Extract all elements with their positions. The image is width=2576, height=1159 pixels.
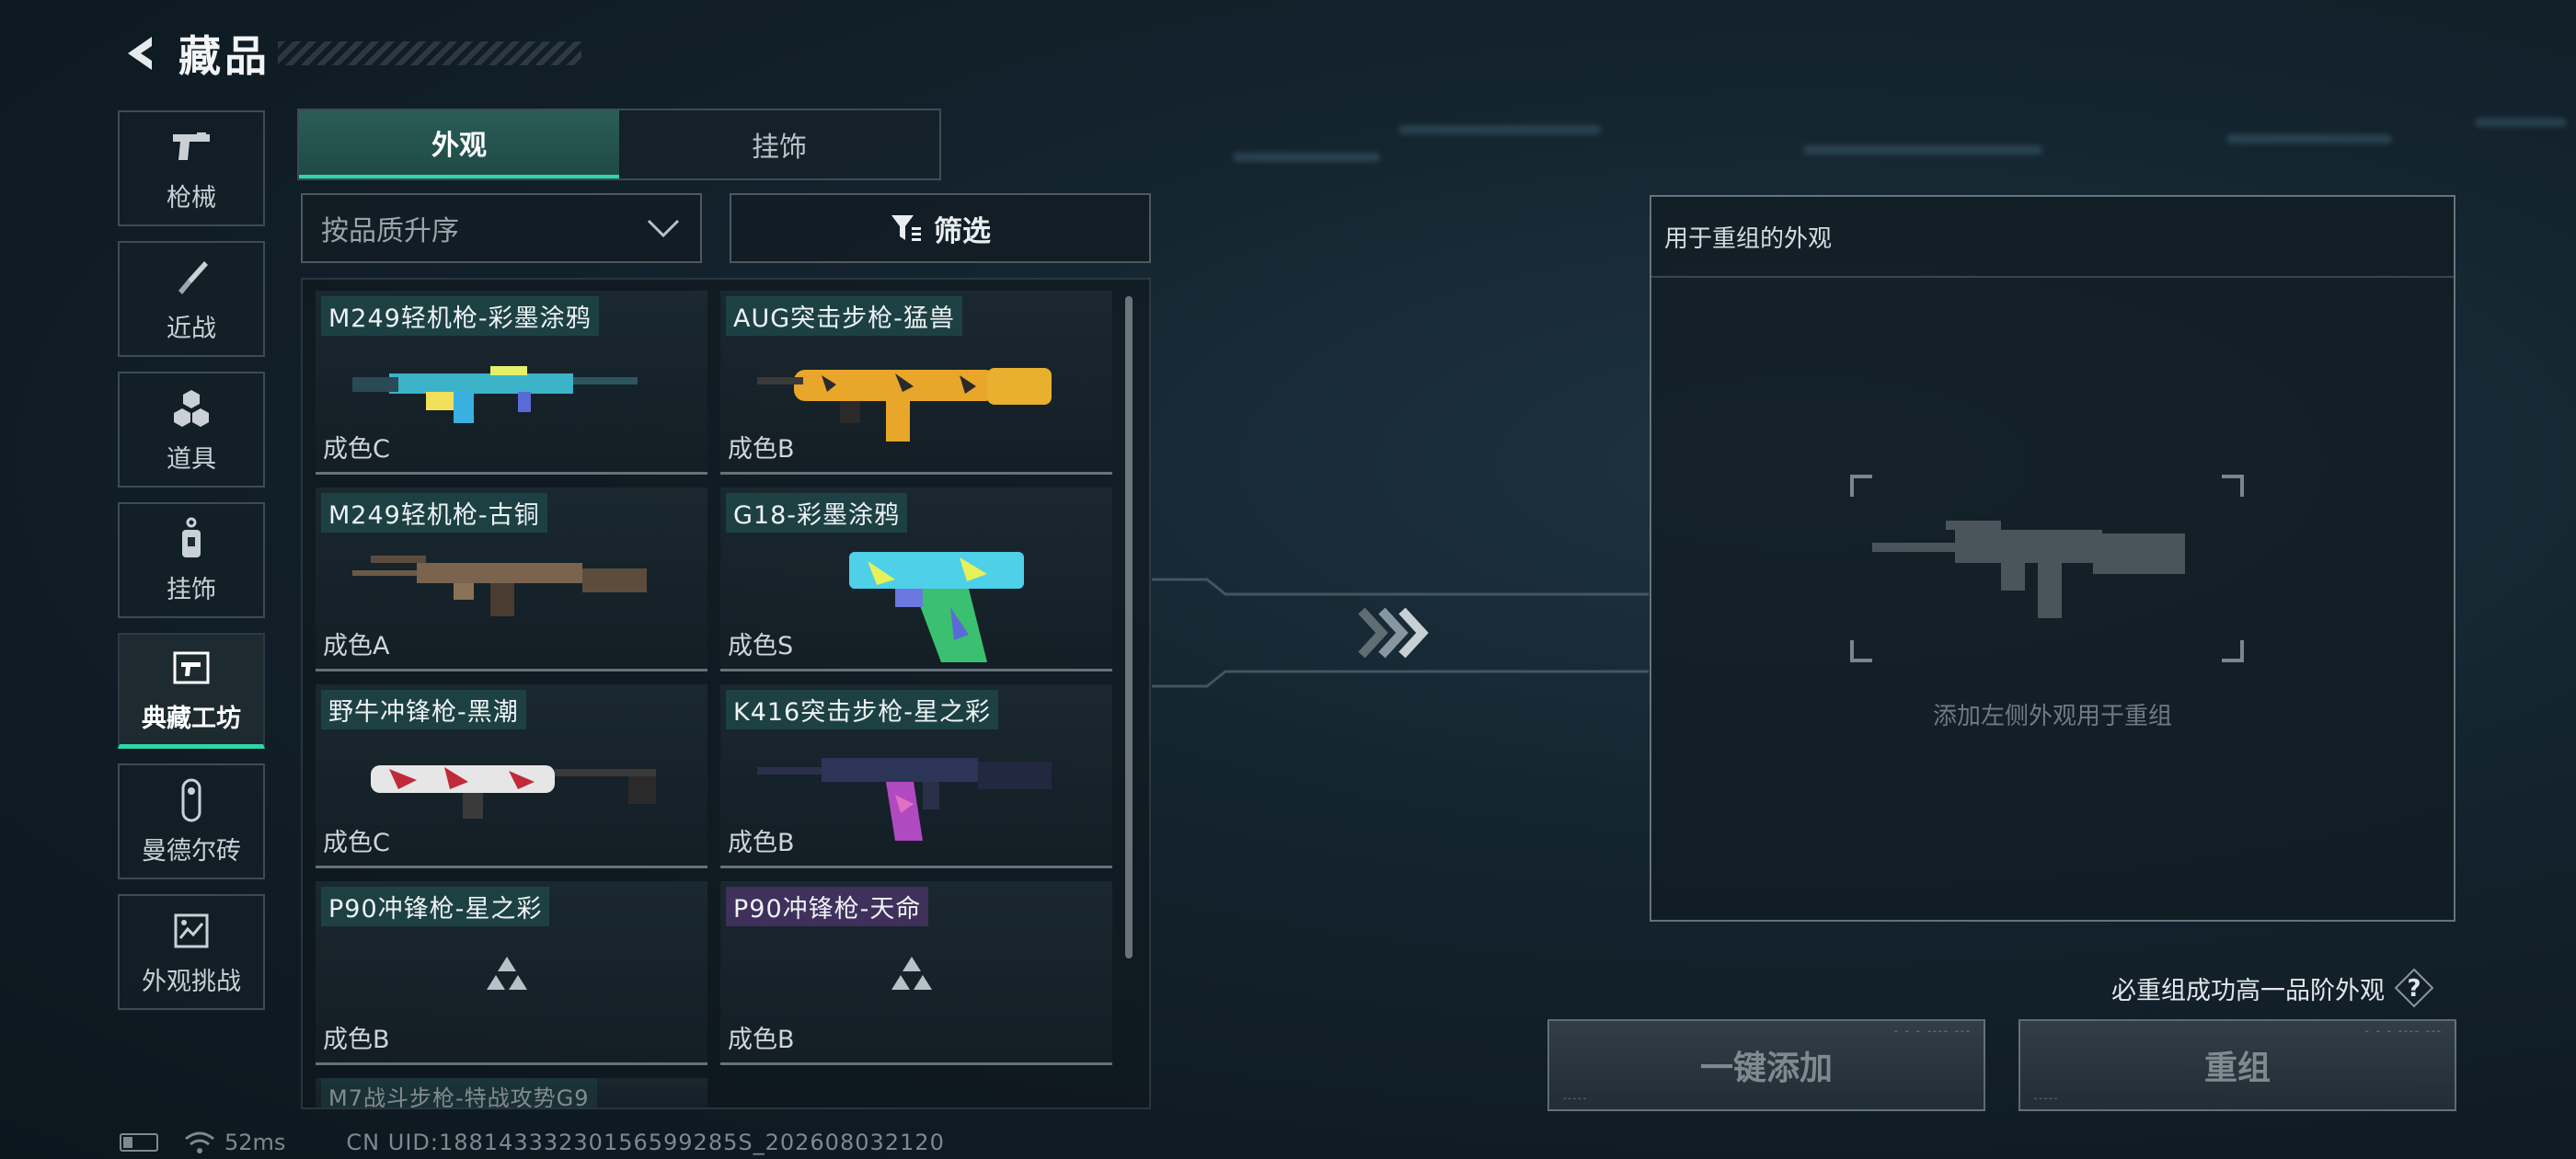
recombine-hint: 添加左侧外观用于重组 xyxy=(1932,703,2172,730)
k416-star-weapon-image xyxy=(757,758,1052,841)
skin-name: P90冲锋枪-星之彩 xyxy=(321,887,550,926)
skin-grade: 成色S xyxy=(728,632,794,660)
skin-name: AUG突击步枪-猛兽 xyxy=(726,296,962,336)
skin-grade: 成色B xyxy=(728,1026,795,1054)
challenge-icon xyxy=(168,908,214,954)
add-all-label: 一键添加 xyxy=(1699,1050,1833,1087)
skin-card[interactable]: M249轻机枪-古铜 成色A xyxy=(316,488,707,671)
page-header: 藏品 xyxy=(120,26,581,81)
skin-grade: 成色B xyxy=(728,829,795,857)
skin-card[interactable]: AUG突击步枪-猛兽 成色B xyxy=(720,291,1112,475)
mandel-brick-icon xyxy=(168,777,214,823)
button-decoration: - - - ---- --- xyxy=(2363,1027,2442,1037)
skin-card[interactable]: 野牛冲锋枪-黑潮 成色C xyxy=(316,684,707,868)
button-decoration: ----- xyxy=(1562,1095,1588,1104)
skin-name: K416突击步枪-星之彩 xyxy=(726,690,998,729)
nav-item-guns[interactable]: 枪械 xyxy=(118,110,265,226)
filter-label: 筛选 xyxy=(934,214,991,248)
recombine-header: 用于重组的外观 xyxy=(1651,197,2454,278)
skin-card[interactable]: K416突击步枪-星之彩 成色B xyxy=(720,684,1112,868)
sort-dropdown[interactable]: 按品质升序 xyxy=(301,193,702,263)
add-all-button[interactable]: - - - ---- --- ----- 一键添加 xyxy=(1547,1019,1985,1111)
m249-graffiti-weapon-image xyxy=(352,366,638,423)
nav-item-charms[interactable]: 挂饰 xyxy=(118,502,265,618)
skin-name: 野牛冲锋枪-黑潮 xyxy=(321,690,526,729)
guarantee-text: 必重组成功高一品阶外观 xyxy=(2111,976,2385,1005)
button-decoration: ----- xyxy=(2033,1095,2059,1104)
tab-appearance[interactable]: 外观 xyxy=(299,110,619,178)
nav-item-workshop[interactable]: 典藏工坊 xyxy=(118,633,265,749)
nav-item-challenge[interactable]: 外观挑战 xyxy=(118,894,265,1010)
nav-label: 枪械 xyxy=(167,183,216,212)
skin-card[interactable]: P90冲锋枪-星之彩 成色B xyxy=(316,881,707,1065)
skin-card-partial[interactable]: M7战斗步枪-特战攻势G9 xyxy=(316,1078,707,1107)
workshop-icon xyxy=(168,645,214,691)
ping-value: 52ms xyxy=(224,1130,286,1155)
skin-card[interactable]: P90冲锋枪-天命 成色B xyxy=(720,881,1112,1065)
back-arrow-icon[interactable] xyxy=(120,30,166,76)
empty-slot-rifle-icon[interactable] xyxy=(1845,469,2249,668)
tab-charms[interactable]: 挂饰 xyxy=(619,110,939,178)
tab-bar: 外观 挂饰 xyxy=(297,109,941,180)
skin-name: P90冲锋枪-天命 xyxy=(726,887,929,926)
pistol-icon xyxy=(168,124,214,170)
m249-bronze-weapon-image xyxy=(352,556,647,616)
skin-name: M7战斗步枪-特战攻势G9 xyxy=(321,1078,597,1107)
title-decoration xyxy=(278,41,581,65)
skin-grade: 成色B xyxy=(728,435,795,464)
skin-card[interactable]: G18-彩墨涂鸦 成色S xyxy=(720,488,1112,671)
button-decoration: - - - ---- --- xyxy=(1892,1027,1971,1037)
skin-grade: 成色A xyxy=(323,632,390,660)
chevron-down-icon xyxy=(647,219,680,238)
filter-button[interactable]: 筛选 xyxy=(730,193,1151,263)
battery-icon xyxy=(120,1133,158,1152)
recombine-panel: 用于重组的外观 添加左侧外观用于重组 xyxy=(1650,195,2455,922)
nav-label: 典藏工坊 xyxy=(142,705,241,733)
grid-scrollbar[interactable] xyxy=(1125,296,1133,958)
nav-item-items[interactable]: 道具 xyxy=(118,372,265,488)
nav-label: 近战 xyxy=(167,314,216,343)
filter-icon xyxy=(891,215,921,241)
user-uid: CN UID:18814333230156599285S_20260803212… xyxy=(346,1130,945,1155)
skin-grid: M249轻机枪-彩墨涂鸦 成色C AUG突击步枪-猛兽 成色B M249轻机枪-… xyxy=(301,278,1151,1109)
knife-icon xyxy=(168,255,214,301)
category-nav: 枪械 近战 道具 挂饰 典藏工坊 曼德尔砖 外观挑战 xyxy=(118,110,265,1025)
aug-beast-weapon-image xyxy=(757,368,1052,442)
nav-item-melee[interactable]: 近战 xyxy=(118,241,265,357)
skin-name: G18-彩墨涂鸦 xyxy=(726,493,908,533)
nav-label: 道具 xyxy=(167,444,216,474)
placeholder-triangle-icon xyxy=(487,957,527,990)
nav-item-mandel[interactable]: 曼德尔砖 xyxy=(118,763,265,879)
hexagon-cluster-icon xyxy=(168,385,214,431)
charm-icon xyxy=(168,516,214,562)
wifi-icon xyxy=(185,1131,214,1153)
sort-value: 按品质升序 xyxy=(321,215,459,247)
nav-label: 外观挑战 xyxy=(142,967,241,996)
skin-name: M249轻机枪-彩墨涂鸦 xyxy=(321,296,599,336)
help-icon[interactable]: ? xyxy=(2394,968,2434,1008)
status-bar: 52ms CN UID:18814333230156599285S_202608… xyxy=(120,1130,945,1155)
skin-grade: 成色C xyxy=(323,435,390,464)
nav-label: 挂饰 xyxy=(167,575,216,604)
recombine-button[interactable]: - - - ---- --- ----- 重组 xyxy=(2018,1019,2456,1111)
bizon-blacktide-weapon-image xyxy=(371,765,656,819)
transfer-arrows-icon xyxy=(1152,578,1649,688)
skin-grade: 成色B xyxy=(323,1026,390,1054)
skin-card[interactable]: M249轻机枪-彩墨涂鸦 成色C xyxy=(316,291,707,475)
placeholder-triangle-icon xyxy=(891,957,932,990)
nav-label: 曼德尔砖 xyxy=(142,836,241,866)
skin-grade: 成色C xyxy=(323,829,390,857)
guarantee-note: 必重组成功高一品阶外观 ? xyxy=(2111,968,2434,1008)
skin-name: M249轻机枪-古铜 xyxy=(321,493,547,533)
g18-graffiti-weapon-image xyxy=(849,552,1024,662)
recombine-label: 重组 xyxy=(2203,1050,2271,1087)
svg-text:?: ? xyxy=(2407,975,2421,1003)
page-title: 藏品 xyxy=(178,31,270,81)
